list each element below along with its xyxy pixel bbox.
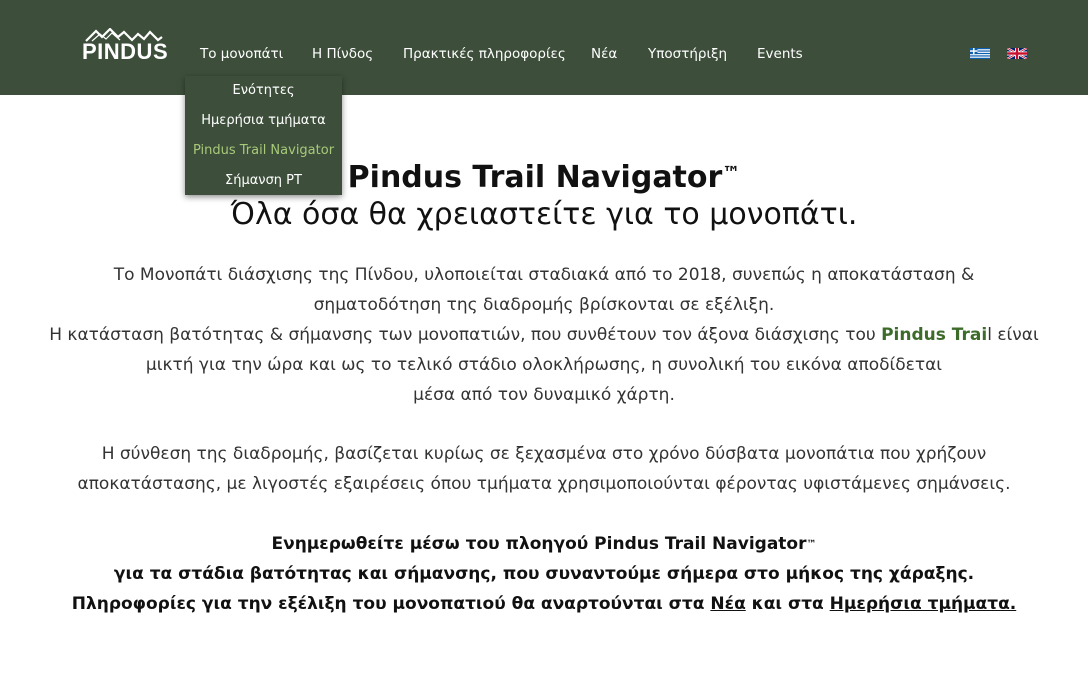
status-paragraph: Η κατάσταση βατότητας & σήμανσης των μον…	[40, 320, 1048, 410]
submenu-item-sections[interactable]: Ενότητες	[185, 81, 342, 101]
composition-paragraph: Η σύνθεση της διαδρομής, βασίζεται κυρίω…	[40, 439, 1048, 499]
nav-item-practical-info[interactable]: Πρακτικές πληροφορίες	[403, 44, 566, 64]
nav-item-events[interactable]: Events	[757, 44, 803, 64]
daily-sections-link[interactable]: Ημερήσια τμήματα.	[830, 594, 1017, 614]
page-subtitle: Όλα όσα θα χρειαστείτε για το μονοπάτι.	[230, 197, 858, 232]
nav-item-pindos[interactable]: Η Πίνδος	[312, 44, 373, 64]
logo-text: PINDUS	[82, 39, 169, 64]
callout-line-3: Πληροφορίες για την εξέλιξη του μονοπατι…	[40, 589, 1048, 619]
callout-line-2: για τα στάδια βατότητας και σήμανσης, πο…	[113, 564, 975, 584]
callout-line-1: Ενημερωθείτε μέσω του πλοηγού Pindus Tra…	[40, 529, 1048, 559]
trademark-mark: ™	[722, 163, 741, 184]
submenu-item-daily-sections[interactable]: Ημερήσια τμήματα	[185, 111, 342, 131]
intro-paragraph: Το Μονοπάτι διάσχισης της Πίνδου, υλοποι…	[40, 260, 1048, 320]
callout-line-3-mid: και στα	[745, 594, 830, 614]
nav-item-support[interactable]: Υποστήριξη	[648, 44, 727, 64]
site-header: PINDUS Το μονοπάτι Η Πίνδος Πρακτικές πλ…	[0, 0, 1088, 95]
status-line-1: Η κατάσταση βατότητας & σήμανσης των μον…	[40, 320, 1048, 350]
status-line-1-text: Η κατάσταση βατότητας & σήμανσης των μον…	[49, 325, 882, 345]
callout-line-3-text: Πληροφορίες για την εξέλιξη του μονοπατι…	[71, 594, 711, 614]
status-line-1-end: l είναι	[987, 325, 1039, 345]
english-flag-icon[interactable]	[1007, 48, 1027, 59]
callout-line-1-text: Ενημερωθείτε μέσω του πλοηγού Pindus Tra…	[271, 534, 807, 554]
nav-item-news[interactable]: Νέα	[591, 44, 617, 64]
nav-item-trail[interactable]: Το μονοπάτι	[200, 44, 283, 64]
pindus-trail-highlight: Pindus Trai	[881, 325, 988, 345]
composition-line-1: Η σύνθεση της διαδρομής, βασίζεται κυρίω…	[101, 444, 987, 464]
status-line-3: μέσα από τον δυναμικό χάρτη.	[413, 385, 675, 405]
intro-line-1: Το Μονοπάτι διάσχισης της Πίνδου, υλοποι…	[113, 265, 975, 285]
navigator-callout: Ενημερωθείτε μέσω του πλοηγού Pindus Tra…	[40, 529, 1048, 619]
composition-line-2: αποκατάστασης, με λιγοστές εξαιρέσεις όπ…	[77, 474, 1011, 494]
page-title: Pindus Trail Navigator™	[0, 158, 1088, 198]
pindus-logo[interactable]: PINDUS	[82, 28, 169, 66]
news-link[interactable]: Νέα	[710, 594, 745, 614]
greek-flag-icon[interactable]	[970, 48, 990, 59]
page-title-text: Pindus Trail Navigator	[347, 160, 723, 195]
intro-line-2: σηματοδότηση της διαδρομής βρίσκονται σε…	[313, 295, 775, 315]
status-line-2: μικτή για την ώρα και ως το τελικό στάδι…	[145, 355, 943, 375]
callout-trademark: ™	[806, 539, 817, 550]
